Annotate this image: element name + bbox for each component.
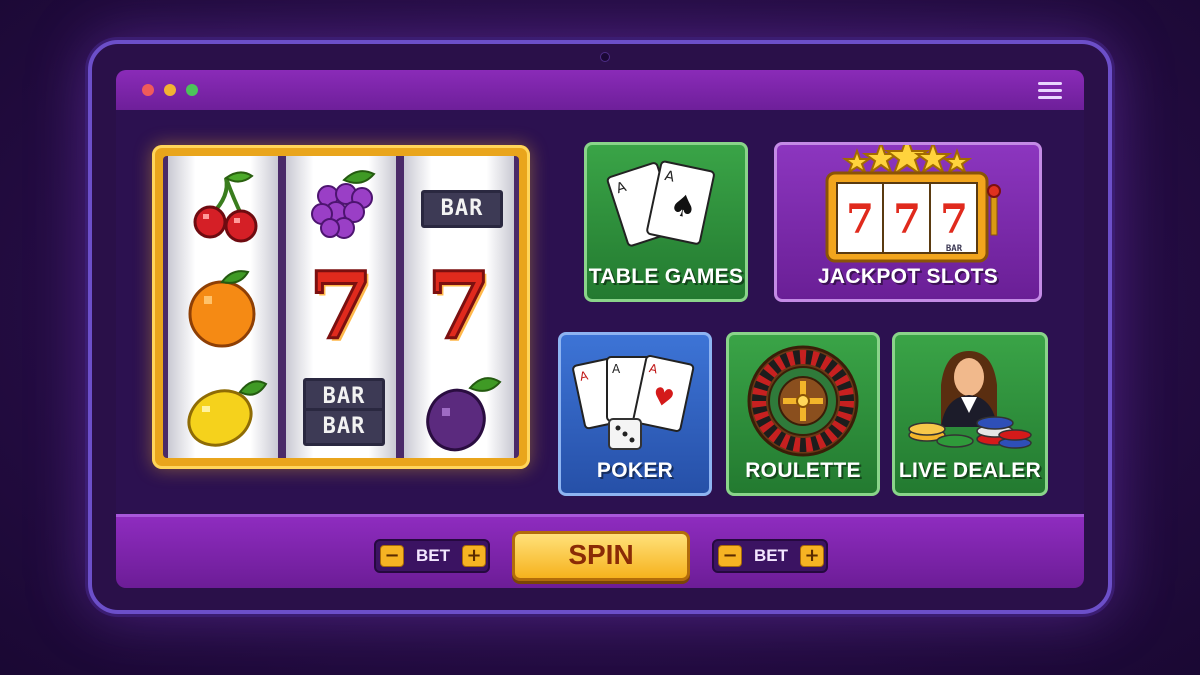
slot-reels: 7 BAR BAR BAR 7 [163,156,519,458]
plum-icon [404,356,514,456]
seven-symbol: 7 [846,196,874,243]
bet-increase-button[interactable]: + [800,545,824,567]
slot-machine-icon: 7 7 7 BAR [825,145,1001,263]
roulette-tile[interactable]: ROULETTE [726,332,880,496]
control-bar: − BET + SPIN − BET + [116,514,1084,588]
camera-dot [600,52,610,62]
table-games-label: TABLE GAMES [588,265,744,288]
maximize-dot[interactable] [186,84,198,96]
minimize-dot[interactable] [164,84,176,96]
reel-1 [168,156,278,458]
slot-reels-frame: 7 BAR BAR BAR 7 [152,145,530,469]
double-bar-icon: BAR BAR [286,356,396,456]
bar-icon: BAR [404,156,514,256]
live-dealer-label: LIVE DEALER [898,459,1042,482]
table-games-tile[interactable]: A A ♠ TABLE GAMES [584,142,748,302]
bar-label: BAR [946,244,963,254]
orange-icon [168,256,278,356]
seven-symbol: 7 [425,252,492,360]
live-dealer-tile[interactable]: LIVE DEALER [892,332,1048,496]
seven-symbol: 7 [940,196,968,243]
reel-2: 7 BAR BAR [286,156,396,458]
poker-label: POKER [596,459,674,482]
dealer-with-chips-icon [908,351,1032,449]
right-bet-control: − BET + [712,539,828,573]
bet-label: BET [754,546,788,565]
bet-decrease-button[interactable]: − [718,545,742,567]
bet-label: BET [416,546,450,565]
lemon-icon [168,356,278,456]
jackpot-slots-tile[interactable]: 7 7 7 BAR JACKPOT SLOTS [774,142,1042,302]
title-bar [116,70,1084,110]
cherries-icon [168,156,278,256]
playing-cards-icon: A A ♠ [606,160,715,247]
hamburger-menu-icon[interactable] [1038,82,1062,100]
left-bet-control: − BET + [374,539,490,573]
close-dot[interactable] [142,84,154,96]
reel-3: BAR 7 [404,156,514,458]
poker-tile[interactable]: A A A ♥ POKER [558,332,712,496]
bet-increase-button[interactable]: + [462,545,486,567]
cards-and-dice-icon: A A A ♥ [572,354,695,450]
grapes-icon [286,156,396,256]
seven-symbol: 7 [893,196,921,243]
game-screen: 7 BAR BAR BAR 7 A A ♠ TABLE GAMES 7 7 7 … [116,70,1084,588]
bet-decrease-button[interactable]: − [380,545,404,567]
bar-label: BAR [303,408,385,446]
tablet-frame: 7 BAR BAR BAR 7 A A ♠ TABLE GAMES 7 7 7 … [88,40,1112,614]
spin-button[interactable]: SPIN [512,531,690,581]
bar-label: BAR [421,190,503,228]
roulette-wheel-icon [747,345,859,457]
seven-symbol: 7 [307,252,374,360]
svg-text:A: A [612,362,621,376]
roulette-label: ROULETTE [745,459,861,482]
jackpot-slots-label: JACKPOT SLOTS [817,265,999,288]
